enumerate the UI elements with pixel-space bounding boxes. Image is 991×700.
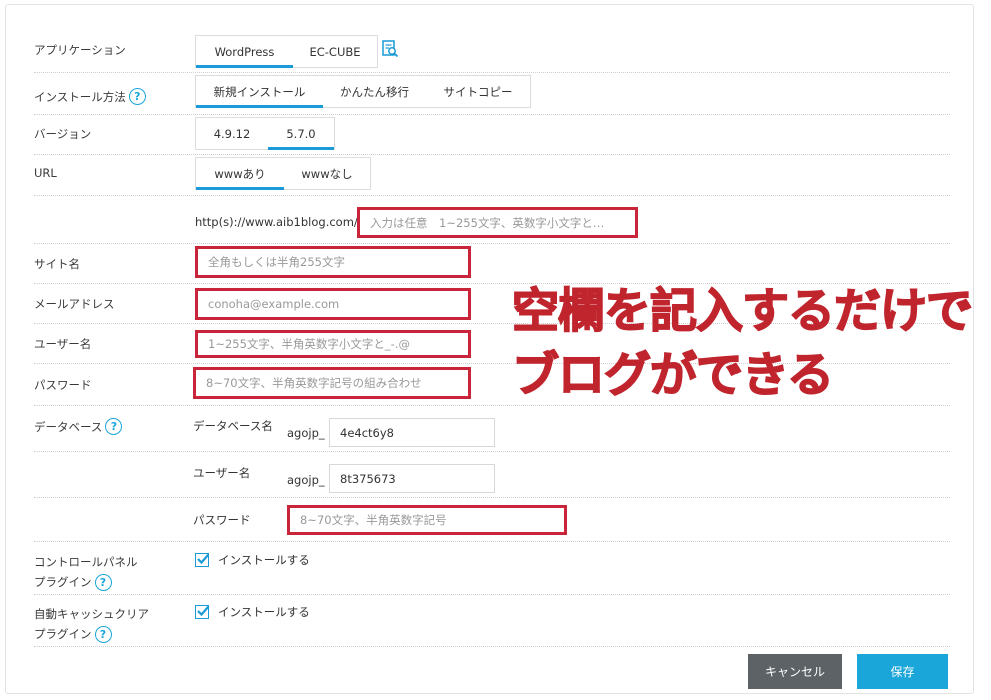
- control-panel-plugin-checkbox[interactable]: インストールする: [195, 552, 310, 568]
- db-password-input[interactable]: 8~70文字、半角英数字記号: [287, 505, 567, 535]
- checkbox-checked-icon[interactable]: [195, 553, 210, 567]
- password-label: パスワード: [34, 378, 92, 392]
- control-panel-plugin-label-line2-wrap: プラグイン ?: [34, 572, 138, 592]
- site-name-input[interactable]: 全角もしくは半角255文字: [195, 246, 471, 278]
- url-www-selector: wwwあり wwwなし: [195, 157, 371, 190]
- control-panel-plugin-checkbox-label: インストールする: [218, 553, 310, 567]
- overlay-caption-line1: 空欄を記入するだけで: [511, 283, 974, 340]
- save-button[interactable]: 保存: [857, 654, 948, 689]
- cache-clear-plugin-checkbox[interactable]: インストールする: [195, 604, 310, 620]
- db-user-input[interactable]: 8t375673: [329, 464, 495, 493]
- row-divider: [34, 405, 950, 406]
- username-input[interactable]: 1~255文字、半角英数字小文字と_-.@: [195, 330, 471, 358]
- row-divider: [34, 646, 950, 647]
- row-divider: [34, 541, 950, 542]
- search-document-icon[interactable]: [381, 40, 399, 58]
- install-method-option-new[interactable]: 新規インストール: [196, 76, 323, 108]
- help-icon[interactable]: ?: [128, 88, 146, 105]
- control-panel-plugin-label-line1: コントロールパネル: [34, 555, 138, 569]
- checkbox-checked-icon[interactable]: [195, 605, 210, 619]
- email-label: メールアドレス: [34, 297, 115, 311]
- application-option-ec-cube[interactable]: EC-CUBE: [293, 36, 377, 67]
- email-input[interactable]: conoha@example.com: [195, 288, 471, 320]
- row-divider: [34, 497, 950, 498]
- application-selector: WordPress EC-CUBE: [195, 35, 378, 68]
- cache-clear-plugin-label-line2: プラグイン: [34, 627, 92, 641]
- install-method-label-text: インストール方法: [34, 89, 126, 104]
- control-panel-plugin-label: コントロールパネル プラグイン ?: [34, 552, 138, 592]
- row-divider: [34, 195, 950, 196]
- db-name-input[interactable]: 4e4ct6y8: [329, 418, 495, 447]
- control-panel-plugin-label-line2: プラグイン: [34, 575, 92, 589]
- row-divider: [34, 243, 950, 244]
- version-option-5-7-0[interactable]: 5.7.0: [268, 118, 334, 150]
- password-input[interactable]: 8~70文字、半角英数字記号の組み合わせ: [193, 367, 471, 399]
- help-icon[interactable]: ?: [105, 418, 123, 435]
- version-option-4-9-12[interactable]: 4.9.12: [196, 118, 268, 149]
- db-password-label: パスワード: [193, 513, 251, 527]
- version-label: バージョン: [34, 127, 92, 141]
- database-label: データベース ?: [34, 418, 123, 435]
- database-label-text: データベース: [34, 419, 103, 434]
- url-prefix: http(s)://www.aib1blog.com/: [195, 215, 358, 229]
- application-label: アプリケーション: [34, 43, 126, 57]
- username-label: ユーザー名: [34, 337, 92, 351]
- url-option-without-www[interactable]: wwwなし: [284, 158, 370, 189]
- row-divider: [34, 72, 950, 73]
- help-icon[interactable]: ?: [94, 573, 112, 591]
- application-option-wordpress[interactable]: WordPress: [196, 36, 293, 68]
- row-divider: [34, 594, 950, 595]
- site-name-label: サイト名: [34, 257, 80, 271]
- cache-clear-plugin-label: 自動キャッシュクリア プラグイン ?: [34, 604, 149, 644]
- install-method-selector: 新規インストール かんたん移行 サイトコピー: [195, 75, 531, 108]
- row-divider: [34, 154, 950, 155]
- cache-clear-plugin-checkbox-label: インストールする: [218, 605, 310, 619]
- db-user-prefix: agojp_: [287, 473, 325, 487]
- db-name-label: データベース名: [193, 419, 273, 433]
- row-divider: [34, 114, 950, 115]
- install-method-option-migrate[interactable]: かんたん移行: [323, 76, 426, 107]
- db-user-label: ユーザー名: [193, 466, 251, 480]
- url-option-with-www[interactable]: wwwあり: [196, 158, 284, 190]
- row-divider: [34, 451, 950, 452]
- overlay-caption-line2: ブログができる: [511, 347, 835, 404]
- url-label: URL: [34, 166, 57, 180]
- cache-clear-plugin-label-line1: 自動キャッシュクリア: [34, 607, 149, 621]
- install-method-option-copy[interactable]: サイトコピー: [426, 76, 530, 107]
- help-icon[interactable]: ?: [94, 625, 112, 643]
- cancel-button[interactable]: キャンセル: [748, 654, 842, 689]
- install-method-label: インストール方法 ?: [34, 88, 146, 105]
- version-selector: 4.9.12 5.7.0: [195, 117, 335, 150]
- db-name-prefix: agojp_: [287, 426, 325, 440]
- url-path-input[interactable]: 入力は任意 1~255文字、英数字小文字と…: [357, 207, 638, 238]
- cache-clear-plugin-label-line2-wrap: プラグイン ?: [34, 624, 149, 644]
